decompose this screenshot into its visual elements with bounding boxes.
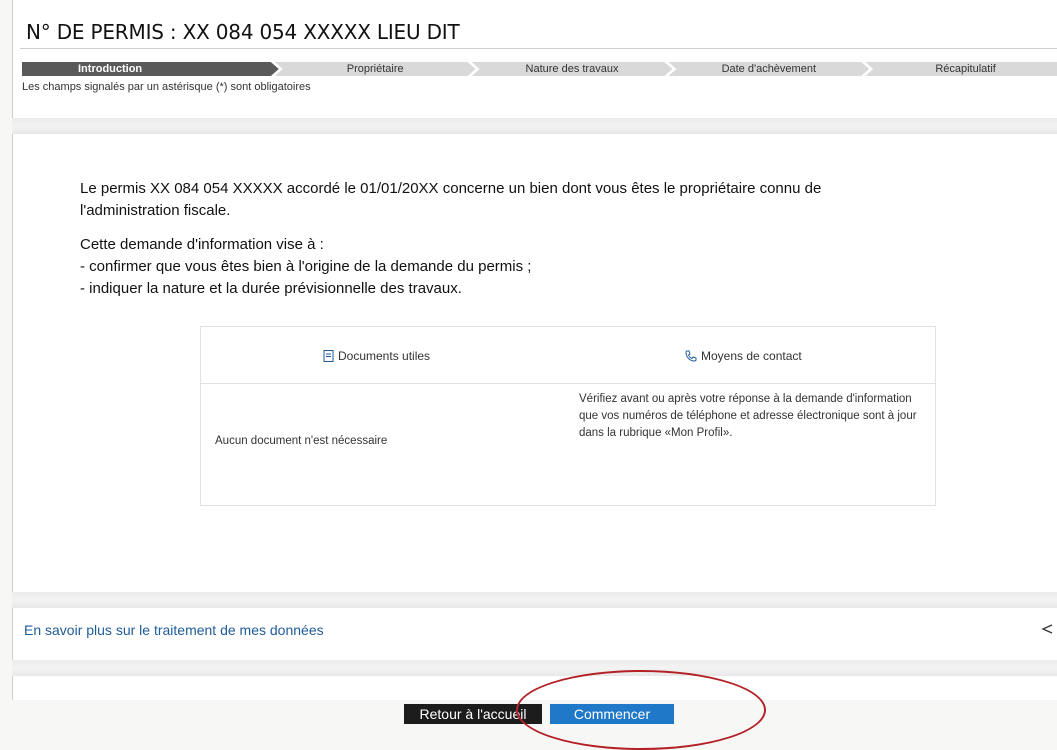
info-panel: Documents utiles Moyens de contact Aucun… <box>200 326 936 506</box>
section-divider-bottom <box>12 592 1057 608</box>
step-date-achevement[interactable]: Date d'achèvement <box>668 62 869 76</box>
document-icon <box>323 350 334 362</box>
step-introduction[interactable]: Introduction <box>22 62 279 76</box>
page-title: N° DE PERMIS : XX 084 054 XXXXX LIEU DIT <box>26 20 460 44</box>
documents-body: Aucun document n'est nécessaire <box>215 435 388 447</box>
phone-icon <box>685 350 697 362</box>
step-proprietaire[interactable]: Propriétaire <box>275 62 476 76</box>
section-divider <box>12 118 1057 134</box>
data-processing-link[interactable]: En savoir plus sur le traitement de mes … <box>24 622 324 638</box>
section-divider-footer <box>12 660 1057 676</box>
contact-body: Vérifiez avant ou après votre réponse à … <box>579 393 917 439</box>
intro-text: Le permis XX 084 054 XXXXX accordé le 01… <box>80 178 960 300</box>
title-divider <box>20 48 1057 49</box>
step-nature-travaux[interactable]: Nature des travaux <box>472 62 673 76</box>
intro-line-1: Le permis XX 084 054 XXXXX accordé le 01… <box>80 180 822 197</box>
purpose-item-1: - confirmer que vous êtes bien à l'origi… <box>80 258 532 275</box>
contact-title-label: Moyens de contact <box>701 349 802 363</box>
contact-title: Moyens de contact <box>685 349 802 363</box>
purpose-item-2: - indiquer la nature et la durée prévisi… <box>80 280 462 297</box>
documents-title: Documents utiles <box>323 349 430 363</box>
intro-line-2: l'administration fiscale. <box>80 202 231 219</box>
step-recapitulatif[interactable]: Récapitulatif <box>865 62 1057 76</box>
info-panel-header: Documents utiles Moyens de contact <box>201 327 935 384</box>
documents-title-label: Documents utiles <box>338 349 431 363</box>
purpose-heading: Cette demande d'information vise à : <box>80 236 324 253</box>
required-fields-note: Les champs signalés par un astérisque (*… <box>22 81 311 93</box>
annotation-circle <box>516 670 766 750</box>
chevron-icon[interactable] <box>1040 622 1054 636</box>
progress-stepper: Introduction Propriétaire Nature des tra… <box>22 62 1057 76</box>
